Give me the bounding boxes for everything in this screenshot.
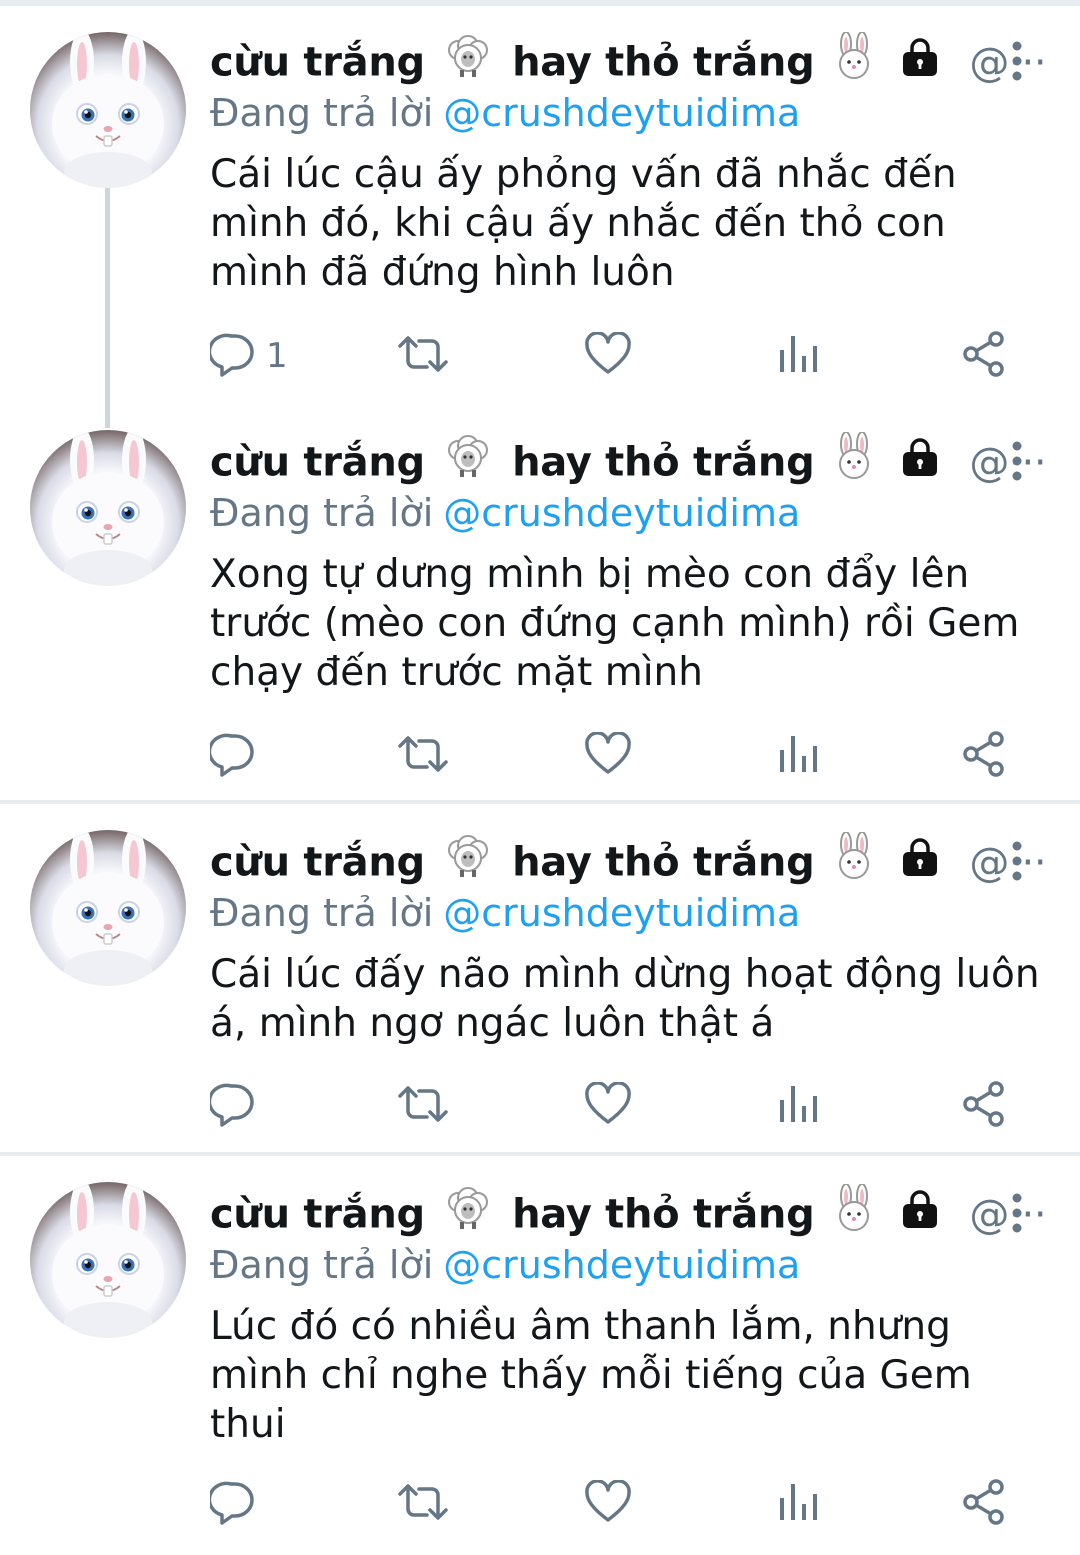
retweet-icon xyxy=(396,1480,450,1528)
replying-label: Đang trả lời xyxy=(210,491,434,535)
thread-line xyxy=(105,188,110,428)
reply-icon xyxy=(207,1081,256,1131)
display-name-suffix[interactable]: hay thỏ trắng xyxy=(512,40,815,86)
tweet-text: Cái lúc cậu ấy phỏng vấn đã nhắc đến mìn… xyxy=(210,152,957,295)
reply-button[interactable] xyxy=(207,1076,256,1136)
like-button[interactable] xyxy=(584,726,632,786)
tweet[interactable]: cừu trắng hay thỏ trắng @··· Đang trả lờ… xyxy=(0,400,1080,800)
like-button[interactable] xyxy=(584,1474,632,1534)
more-vertical-icon[interactable] xyxy=(1000,1192,1034,1236)
reply-count: 1 xyxy=(266,336,288,376)
rabbit-icon xyxy=(834,831,874,897)
mention-link[interactable]: @crushdeytuidima xyxy=(443,1243,800,1287)
display-name[interactable]: cừu trắng xyxy=(210,1192,425,1238)
mention-link[interactable]: @crushdeytuidima xyxy=(443,91,800,135)
avatar[interactable] xyxy=(30,32,186,188)
retweet-button[interactable] xyxy=(396,726,450,786)
share-button[interactable] xyxy=(960,326,1008,386)
tweet[interactable]: cừu trắng hay thỏ trắng @··· Đang trả lờ… xyxy=(0,1152,1080,1555)
display-name[interactable]: cừu trắng xyxy=(210,40,425,86)
share-icon xyxy=(960,1478,1008,1530)
display-name-suffix[interactable]: hay thỏ trắng xyxy=(512,840,815,886)
lock-icon xyxy=(900,35,940,95)
analytics-button[interactable] xyxy=(776,726,820,786)
replying-to: Đang trả lời @crushdeytuidima xyxy=(210,86,800,140)
analytics-button[interactable] xyxy=(776,1474,820,1534)
avatar[interactable] xyxy=(30,1182,186,1338)
analytics-icon xyxy=(776,332,820,380)
tweet-header: cừu trắng hay thỏ trắng @··· xyxy=(210,431,1047,495)
replying-to: Đang trả lời @crushdeytuidima xyxy=(210,886,800,940)
rabbit-icon xyxy=(834,31,874,97)
avatar[interactable] xyxy=(30,830,186,986)
tweet[interactable]: cừu trắng hay thỏ trắng @··· Đang trả lờ… xyxy=(0,0,1080,428)
tweet-header: cừu trắng hay thỏ trắng @··· xyxy=(210,31,1047,95)
analytics-icon xyxy=(776,732,820,780)
like-icon xyxy=(584,1081,632,1130)
replying-to: Đang trả lời @crushdeytuidima xyxy=(210,1238,800,1292)
analytics-button[interactable] xyxy=(776,326,820,386)
analytics-button[interactable] xyxy=(776,1076,820,1136)
more-vertical-icon[interactable] xyxy=(1000,840,1034,884)
mention-link[interactable]: @crushdeytuidima xyxy=(443,491,800,535)
replying-to: Đang trả lời @crushdeytuidima xyxy=(210,486,800,540)
share-button[interactable] xyxy=(960,726,1008,786)
display-name-suffix[interactable]: hay thỏ trắng xyxy=(512,1192,815,1238)
reply-button[interactable]: 1 xyxy=(207,326,288,386)
retweet-button[interactable] xyxy=(396,1474,450,1534)
reply-button[interactable] xyxy=(207,1474,256,1534)
reply-button[interactable] xyxy=(207,726,256,786)
retweet-icon xyxy=(396,332,450,380)
reply-icon xyxy=(207,731,256,781)
tweet-header: cừu trắng hay thỏ trắng @··· xyxy=(210,831,1047,895)
reply-icon xyxy=(207,1479,256,1529)
tweet-text: Cái lúc đấy não mình dừng hoạt động luôn… xyxy=(210,952,1040,1046)
replying-label: Đang trả lời xyxy=(210,891,434,935)
share-icon xyxy=(960,330,1008,382)
like-icon xyxy=(584,731,632,780)
share-icon xyxy=(960,1080,1008,1132)
tweet-header: cừu trắng hay thỏ trắng @··· xyxy=(210,1183,1047,1247)
rabbit-icon xyxy=(834,1183,874,1249)
action-bar xyxy=(207,1474,1010,1534)
replying-label: Đang trả lời xyxy=(210,1243,434,1287)
display-name[interactable]: cừu trắng xyxy=(210,840,425,886)
tweet-text: Xong tự dưng mình bị mèo con đẩy lên trư… xyxy=(210,552,1020,695)
retweet-button[interactable] xyxy=(396,1076,450,1136)
avatar[interactable] xyxy=(30,430,186,586)
lock-icon xyxy=(900,835,940,895)
analytics-icon xyxy=(776,1480,820,1528)
display-name-suffix[interactable]: hay thỏ trắng xyxy=(512,440,815,486)
share-button[interactable] xyxy=(960,1076,1008,1136)
tweet[interactable]: cừu trắng hay thỏ trắng @··· Đang trả lờ… xyxy=(0,800,1080,1152)
more-vertical-icon[interactable] xyxy=(1000,40,1034,84)
like-icon xyxy=(584,1479,632,1528)
more-vertical-icon[interactable] xyxy=(1000,440,1034,484)
retweet-icon xyxy=(396,732,450,780)
action-bar: 1 xyxy=(207,326,1010,386)
display-name[interactable]: cừu trắng xyxy=(210,440,425,486)
retweet-icon xyxy=(396,1082,450,1130)
reply-icon xyxy=(207,331,256,381)
share-icon xyxy=(960,730,1008,782)
action-bar xyxy=(207,1076,1010,1136)
like-button[interactable] xyxy=(584,326,632,386)
replying-label: Đang trả lời xyxy=(210,91,434,135)
action-bar xyxy=(207,726,1010,786)
retweet-button[interactable] xyxy=(396,326,450,386)
lock-icon xyxy=(900,435,940,495)
analytics-icon xyxy=(776,1082,820,1130)
lock-icon xyxy=(900,1187,940,1247)
tweet-text: Lúc đó có nhiều âm thanh lắm, nhưng mình… xyxy=(210,1304,972,1447)
share-button[interactable] xyxy=(960,1474,1008,1534)
mention-link[interactable]: @crushdeytuidima xyxy=(443,891,800,935)
rabbit-icon xyxy=(834,431,874,497)
like-icon xyxy=(584,331,632,380)
like-button[interactable] xyxy=(584,1076,632,1136)
